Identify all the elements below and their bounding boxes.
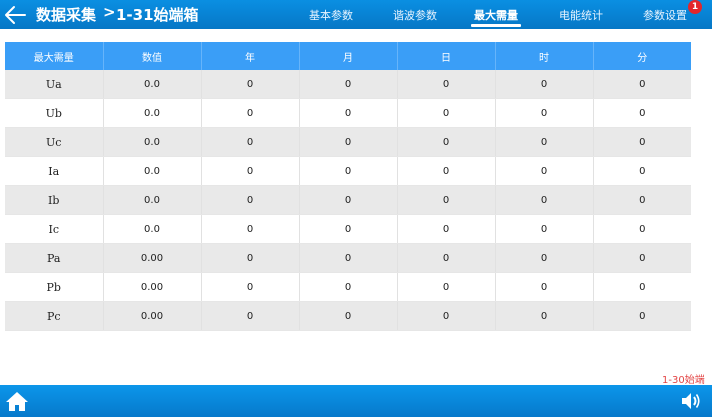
- table-cell: 0: [495, 301, 594, 331]
- page-title: 数据采集: [36, 6, 97, 24]
- speaker-icon: [682, 393, 700, 409]
- breadcrumb-separator: >: [103, 3, 116, 21]
- table-cell: 0.0: [103, 185, 202, 215]
- table-cell: 0: [593, 243, 691, 273]
- table-row: Ib 0.0 0 0 0 0 0: [5, 185, 691, 215]
- table-row: Ub 0.0 0 0 0 0 0: [5, 98, 691, 128]
- table-cell: 0: [397, 156, 496, 186]
- table-cell: 0: [495, 214, 594, 244]
- table-cell: 0: [593, 98, 691, 128]
- table-row: Ua 0.0 0 0 0 0 0: [5, 70, 691, 99]
- table-cell: 0: [397, 185, 496, 215]
- table-cell: 0: [397, 214, 496, 244]
- table-cell: 0: [201, 70, 300, 99]
- column-header: 数值: [103, 42, 202, 70]
- table-cell: 0: [495, 127, 594, 157]
- table-cell: 0.0: [103, 70, 202, 99]
- notification-badge: 1: [688, 0, 702, 14]
- speaker-button[interactable]: [680, 391, 702, 411]
- table-cell: 0: [397, 272, 496, 302]
- table-cell: 0: [299, 301, 398, 331]
- row-label: Pb: [5, 272, 104, 302]
- table-cell: 0: [299, 98, 398, 128]
- table-row: Uc 0.0 0 0 0 0 0: [5, 127, 691, 157]
- tab-basic-params[interactable]: 基本参数: [309, 7, 353, 23]
- table-row: Pa 0.00 0 0 0 0 0: [5, 243, 691, 273]
- table-cell: 0: [593, 214, 691, 244]
- table-cell: 0: [495, 156, 594, 186]
- column-header: 日: [397, 42, 496, 70]
- table-cell: 0: [299, 272, 398, 302]
- table-cell: 0: [593, 127, 691, 157]
- back-button[interactable]: [2, 2, 28, 28]
- table-cell: 0: [299, 243, 398, 273]
- table-row: Pc 0.00 0 0 0 0 0: [5, 301, 691, 331]
- neighbor-device-label[interactable]: 1-30始端: [662, 371, 705, 386]
- table-cell: 0: [201, 127, 300, 157]
- table-row: Ic 0.0 0 0 0 0 0: [5, 214, 691, 244]
- table-cell: 0: [495, 243, 594, 273]
- table-cell: 0: [299, 214, 398, 244]
- column-header: 年: [201, 42, 300, 70]
- table-cell: 0.00: [103, 301, 202, 331]
- column-header: 最大需量: [5, 42, 104, 70]
- top-bar: 数据采集 > 1-31始端箱 基本参数 谐波参数 最大需量 电能统计 参数设置 …: [0, 0, 712, 29]
- table-cell: 0: [495, 185, 594, 215]
- table-cell: 0: [299, 70, 398, 99]
- table-cell: 0.0: [103, 98, 202, 128]
- table-cell: 0: [201, 185, 300, 215]
- table-cell: 0: [299, 185, 398, 215]
- row-label: Pa: [5, 243, 104, 273]
- max-demand-table: 最大需量 数值 年 月 日 时 分 Ua 0.0 0 0 0 0 0 Ub 0.0 0 0 0 0 0 Uc…: [5, 42, 691, 331]
- table-cell: 0: [397, 70, 496, 99]
- table-cell: 0.0: [103, 156, 202, 186]
- row-label: Ib: [5, 185, 104, 215]
- table-cell: 0: [495, 98, 594, 128]
- table-cell: 0: [201, 243, 300, 273]
- table-cell: 0: [593, 156, 691, 186]
- table-cell: 0: [201, 98, 300, 128]
- row-label: Uc: [5, 127, 104, 157]
- table-row: Ia 0.0 0 0 0 0 0: [5, 156, 691, 186]
- tab-harmonic-params[interactable]: 谐波参数: [393, 7, 437, 23]
- breadcrumb-device: 1-31始端箱: [116, 6, 199, 24]
- column-header: 分: [593, 42, 691, 70]
- table-cell: 0: [299, 156, 398, 186]
- table-cell: 0.0: [103, 214, 202, 244]
- table-cell: 0: [299, 127, 398, 157]
- table-cell: 0: [593, 272, 691, 302]
- table-cell: 0.0: [103, 127, 202, 157]
- table-cell: 0: [593, 70, 691, 99]
- table-cell: 0: [495, 272, 594, 302]
- table-cell: 0: [397, 243, 496, 273]
- bottom-bar: [0, 385, 712, 417]
- table-cell: 0: [201, 214, 300, 244]
- column-header: 月: [299, 42, 398, 70]
- row-label: Ua: [5, 70, 104, 99]
- table-cell: 0: [397, 127, 496, 157]
- table-header-row: 最大需量 数值 年 月 日 时 分: [5, 42, 691, 70]
- tab-energy-stats[interactable]: 电能统计: [559, 7, 603, 23]
- row-label: Ia: [5, 156, 104, 186]
- home-icon: [6, 392, 28, 411]
- table-cell: 0.00: [103, 272, 202, 302]
- table-cell: 0: [201, 272, 300, 302]
- tab-max-demand[interactable]: 最大需量: [471, 7, 521, 27]
- column-header: 时: [495, 42, 594, 70]
- row-label: Ic: [5, 214, 104, 244]
- table-cell: 0: [201, 156, 300, 186]
- table-cell: 0: [593, 185, 691, 215]
- row-label: Pc: [5, 301, 104, 331]
- row-label: Ub: [5, 98, 104, 128]
- table-row: Pb 0.00 0 0 0 0 0: [5, 272, 691, 302]
- tab-param-settings[interactable]: 参数设置: [643, 7, 687, 23]
- table-cell: 0: [201, 301, 300, 331]
- table-cell: 0: [495, 70, 594, 99]
- table-cell: 0: [397, 301, 496, 331]
- home-button[interactable]: [5, 390, 29, 412]
- table-cell: 0: [593, 301, 691, 331]
- arrow-left-icon: [5, 6, 26, 24]
- table-cell: 0: [397, 98, 496, 128]
- table-cell: 0.00: [103, 243, 202, 273]
